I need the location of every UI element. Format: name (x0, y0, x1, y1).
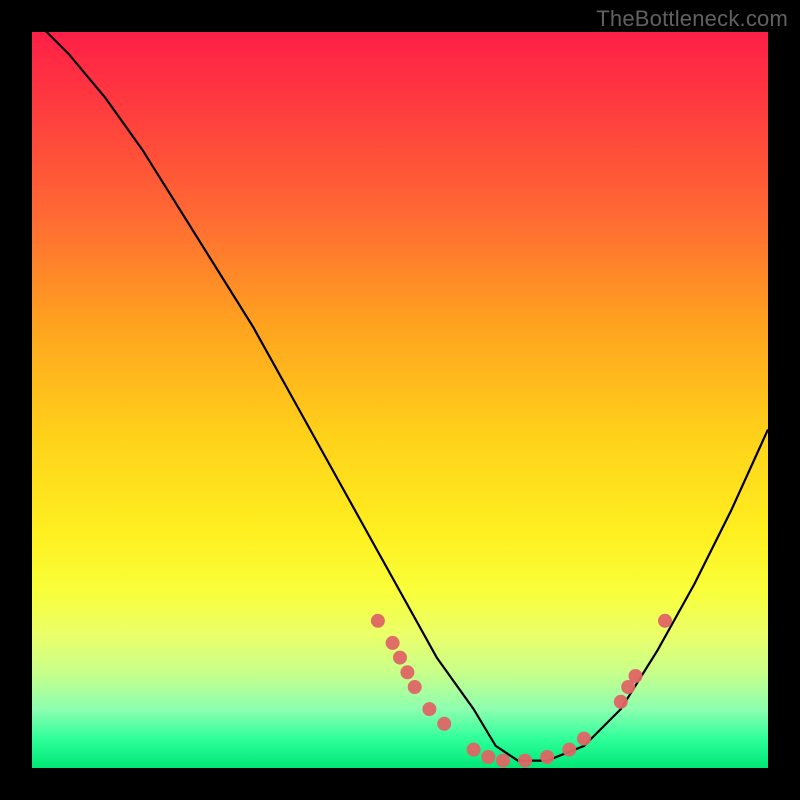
marker-dot (423, 703, 436, 716)
marker-dot (659, 614, 672, 627)
marker-dot (519, 754, 532, 767)
marker-dot (497, 754, 510, 767)
marker-dot (614, 695, 627, 708)
marker-dot (386, 636, 399, 649)
curve-svg (32, 32, 768, 768)
marker-dot (622, 681, 635, 694)
marker-dot (563, 743, 576, 756)
watermark-text: TheBottleneck.com (596, 6, 788, 32)
marker-dot (394, 651, 407, 664)
plot-area (32, 32, 768, 768)
marker-dot (438, 717, 451, 730)
marker-dot (371, 614, 384, 627)
bottleneck-curve-path (32, 32, 768, 761)
marker-dot (408, 681, 421, 694)
marker-dot (482, 751, 495, 764)
marker-dot (578, 732, 591, 745)
marker-group (371, 614, 671, 767)
chart-container: TheBottleneck.com (0, 0, 800, 800)
marker-dot (541, 751, 554, 764)
marker-dot (467, 743, 480, 756)
marker-dot (629, 670, 642, 683)
marker-dot (401, 666, 414, 679)
